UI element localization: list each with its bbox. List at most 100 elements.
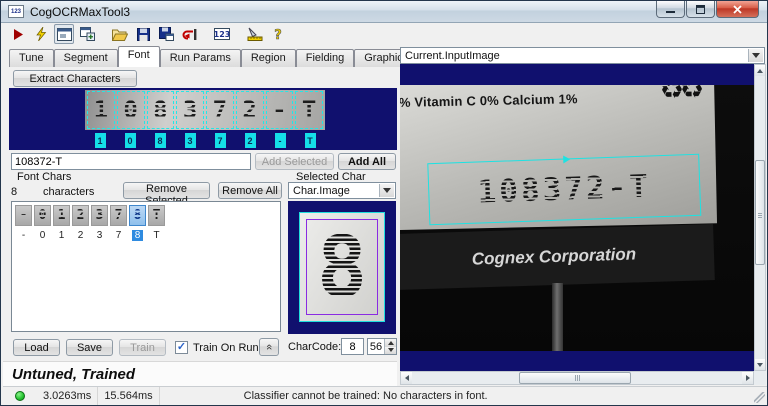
font-char-tile[interactable]: - <box>15 205 32 226</box>
font-char-label: 7 <box>115 230 122 241</box>
selected-char-view[interactable]: 8 <box>288 201 396 334</box>
save-button-toolbar[interactable] <box>133 24 153 44</box>
input-image-view[interactable]: 0% Vitamin C 0% Calcium 1% ♻♻ 108372-T C… <box>400 64 754 371</box>
sign-text: Cognex Corporation <box>471 244 637 269</box>
vertical-scrollbar[interactable] <box>754 64 766 371</box>
electric-run-icon <box>36 27 47 41</box>
help-button[interactable]: ? <box>268 24 288 44</box>
font-char-tile-selected[interactable]: 8 <box>129 205 146 226</box>
vertical-scroll-thumb[interactable] <box>755 160 765 265</box>
chevron-down-icon[interactable] <box>748 49 763 62</box>
load-button[interactable]: Load <box>13 339 60 356</box>
font-char-label: 2 <box>77 230 84 241</box>
extract-characters-button[interactable]: Extract Characters <box>13 70 137 87</box>
font-char-tile[interactable]: 0 <box>34 205 51 226</box>
train-on-run-checkbox[interactable] <box>175 341 188 354</box>
segment-char-box[interactable]: - <box>265 91 294 129</box>
scroll-right-button[interactable] <box>742 372 753 384</box>
font-chars-count: 8 <box>11 186 18 198</box>
close-button[interactable] <box>716 1 759 18</box>
maximize-button[interactable] <box>686 1 715 18</box>
show-current-display-button[interactable] <box>54 24 74 44</box>
charcode-input[interactable] <box>341 338 364 355</box>
segment-tag: 1 <box>94 133 106 148</box>
app-icon: 123 <box>8 5 24 18</box>
font-char-tile[interactable]: T <box>148 205 165 226</box>
status-time-2: 15.564ms <box>98 387 160 405</box>
segment-char-box[interactable]: 7 <box>206 91 234 129</box>
measure-icon <box>247 27 263 41</box>
add-selected-button[interactable]: Add Selected <box>255 153 334 170</box>
remove-selected-button[interactable]: Remove Selected <box>123 182 210 207</box>
input-image-photo: 0% Vitamin C 0% Calcium 1% ♻♻ 108372-T C… <box>400 85 754 351</box>
segment-tag: 2 <box>244 133 256 148</box>
font-char-label: 0 <box>39 230 46 241</box>
tab-region[interactable]: Region <box>240 49 296 67</box>
save-image-icon <box>158 27 174 41</box>
segment-result-tags: 1 0 8 3 7 2 - T <box>85 133 325 148</box>
font-char-label: 1 <box>58 230 65 241</box>
tab-tune[interactable]: Tune <box>9 49 54 67</box>
tab-fielding[interactable]: Fielding <box>295 49 355 67</box>
font-char-label: - <box>21 230 26 241</box>
region-direction-arrow-icon <box>563 155 571 164</box>
scroll-down-button[interactable] <box>755 359 765 370</box>
segment-char-box[interactable]: T <box>295 91 323 129</box>
train-on-run-label: Train On Run <box>193 342 259 354</box>
spinner-down-button[interactable] <box>385 346 396 354</box>
run-button[interactable] <box>8 24 28 44</box>
segment-char-box[interactable]: 0 <box>116 91 145 129</box>
font-char-list[interactable]: - 0 1 2 3 7 8 T - 0 1 2 3 7 8 T <box>11 201 281 332</box>
status-time-1: 3.0263ms <box>37 387 99 405</box>
remove-all-button[interactable]: Remove All <box>218 182 282 199</box>
font-char-tile[interactable]: 3 <box>91 205 108 226</box>
reset-button[interactable] <box>179 24 199 44</box>
horizontal-scroll-thumb[interactable] <box>519 372 631 384</box>
tab-run-params[interactable]: Run Params <box>159 49 241 67</box>
segment-tag: T <box>304 133 316 148</box>
result-text-input[interactable] <box>11 153 251 170</box>
train-button[interactable]: Train <box>119 339 166 356</box>
spinner-up-button[interactable] <box>385 339 396 347</box>
chevron-down-icon[interactable] <box>379 184 394 197</box>
sign-pole <box>552 283 563 351</box>
char-view-selector[interactable]: Char.Image <box>288 182 396 199</box>
numeric-123-icon: 123 <box>214 28 230 40</box>
font-char-tile[interactable]: 1 <box>53 205 70 226</box>
segment-char-box[interactable]: 2 <box>235 91 264 129</box>
float-window-button[interactable] <box>77 24 97 44</box>
ocrmax-tool-window: 123 CogOCRMaxTool3 123 ? Tune Segment Fo… <box>0 0 768 406</box>
save-image-button[interactable] <box>156 24 176 44</box>
recycle-icon: ♻♻ <box>659 85 701 106</box>
minimize-button[interactable] <box>656 1 685 18</box>
image-source-selector[interactable]: Current.InputImage <box>400 47 765 64</box>
scroll-left-button[interactable] <box>401 372 412 384</box>
segment-char-box[interactable]: 3 <box>176 91 204 129</box>
electric-run-button[interactable] <box>31 24 51 44</box>
status-indicator <box>3 387 37 405</box>
segment-char-box[interactable]: 1 <box>87 91 115 129</box>
charcode-spinner[interactable]: 56 <box>367 338 397 355</box>
tab-segment[interactable]: Segment <box>53 49 118 67</box>
sign-board: Cognex Corporation <box>400 223 715 291</box>
close-icon <box>733 4 742 14</box>
segmentation-image-view[interactable]: 1 0 8 3 7 2 - T 1 0 8 3 7 2 - T <box>9 88 397 150</box>
collapse-panel-button[interactable] <box>259 338 279 356</box>
title-bar[interactable]: 123 CogOCRMaxTool3 <box>1 1 767 23</box>
numeric-123-button[interactable]: 123 <box>212 24 232 44</box>
add-all-button[interactable]: Add All <box>338 153 396 170</box>
save-button[interactable]: Save <box>66 339 113 356</box>
run-icon <box>14 28 23 40</box>
open-folder-icon <box>112 29 128 41</box>
window-title: CogOCRMaxTool3 <box>30 4 131 19</box>
font-char-tile[interactable]: 7 <box>110 205 127 226</box>
float-window-icon <box>79 27 95 41</box>
font-char-tile[interactable]: 2 <box>72 205 89 226</box>
segment-char-box[interactable]: 8 <box>146 91 175 129</box>
scroll-up-button[interactable] <box>755 65 765 76</box>
resize-grip[interactable] <box>754 392 765 403</box>
tab-font[interactable]: Font <box>117 46 160 67</box>
open-file-button[interactable] <box>110 24 130 44</box>
measure-button[interactable] <box>245 24 265 44</box>
horizontal-scrollbar[interactable] <box>400 371 754 385</box>
